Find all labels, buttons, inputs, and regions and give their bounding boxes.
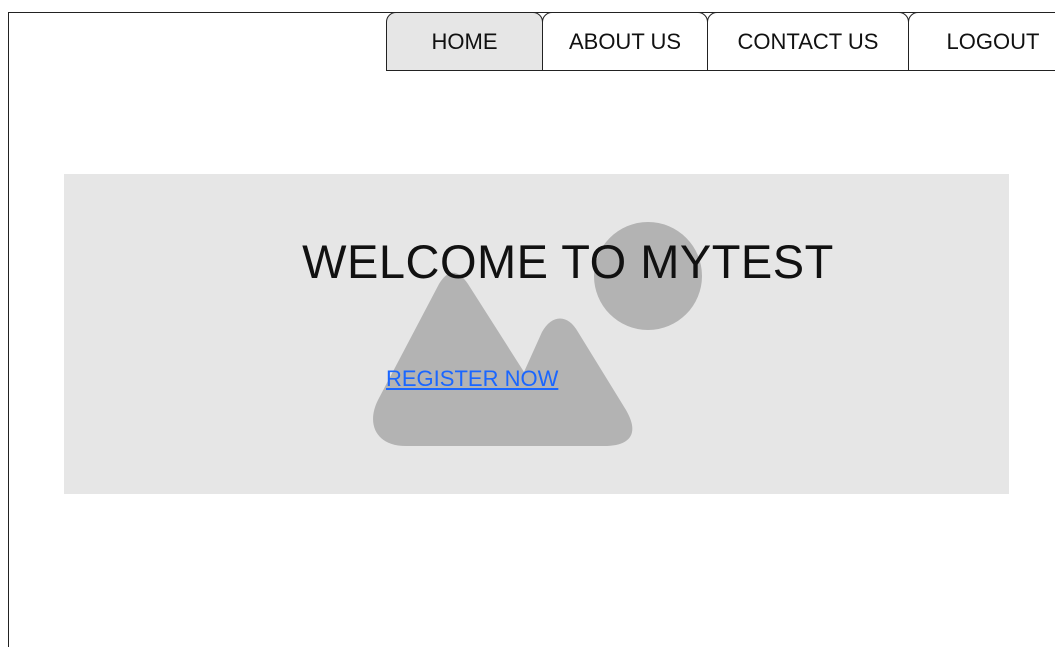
- tab-logout[interactable]: LOGOUT: [908, 12, 1055, 71]
- tab-home-label: HOME: [431, 28, 498, 54]
- top-nav: HOME ABOUT US CONTACT US LOGOUT: [386, 12, 1055, 71]
- tab-home[interactable]: HOME: [386, 12, 543, 71]
- tab-about-us[interactable]: ABOUT US: [542, 12, 708, 71]
- tab-contact-us[interactable]: CONTACT US: [707, 12, 909, 71]
- register-now-link[interactable]: REGISTER NOW: [386, 366, 558, 392]
- tab-logout-label: LOGOUT: [946, 28, 1040, 54]
- tab-contact-us-label: CONTACT US: [737, 28, 879, 54]
- hero-banner: WELCOME TO MYTEST REGISTER NOW: [64, 174, 1009, 494]
- page: HOME ABOUT US CONTACT US LOGOUT WELCOME …: [0, 0, 1055, 647]
- page-title: WELCOME TO MYTEST: [302, 235, 834, 288]
- placeholder-mountain-shape: [373, 272, 633, 446]
- image-placeholder-icon: [373, 222, 702, 446]
- tab-about-us-label: ABOUT US: [568, 28, 682, 54]
